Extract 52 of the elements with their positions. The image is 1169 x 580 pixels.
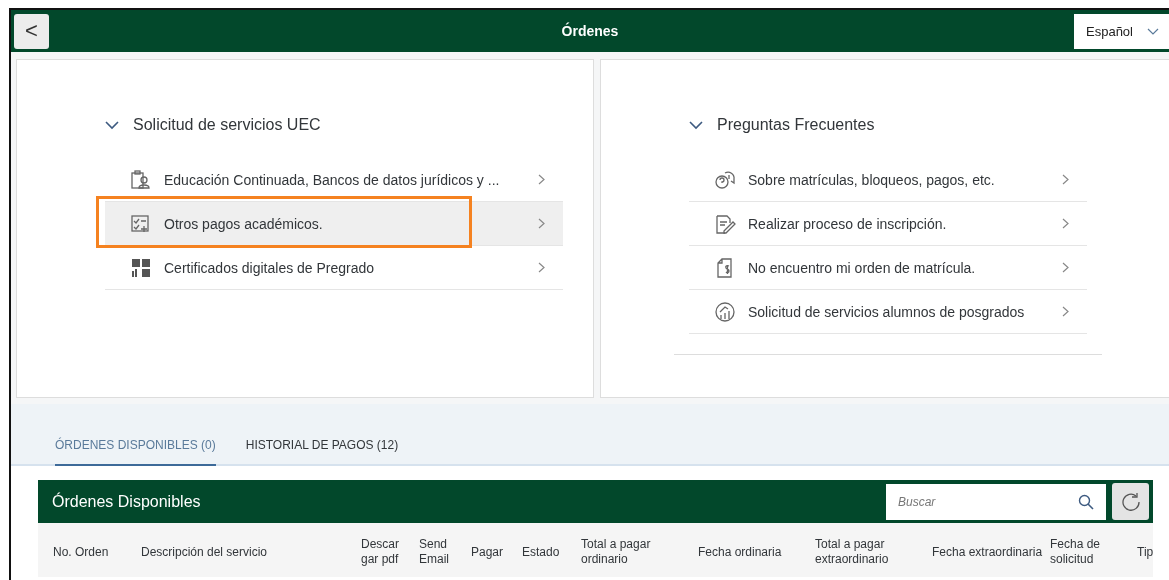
table-title: Órdenes Disponibles [52, 492, 202, 511]
tab[interactable]: HISTORIAL DE PAGOS (12) [245, 438, 399, 466]
chevron-right-icon [1062, 218, 1069, 229]
report-icon [130, 256, 152, 279]
chevron-right-icon [538, 174, 545, 185]
item-label: Sobre matrículas, bloqueos, pagos, etc. [748, 171, 996, 188]
column-header: Fecha extraordinaria [932, 544, 1044, 560]
list-item[interactable]: No encuentro mi orden de matrícula. [689, 246, 1087, 290]
language-select[interactable]: Español [1074, 13, 1169, 49]
chevron-down-icon [1147, 27, 1159, 35]
search-icon[interactable] [1066, 483, 1106, 520]
section-title: Solicitud de servicios UEC [133, 116, 321, 134]
list-item[interactable]: Sobre matrículas, bloqueos, pagos, etc. [689, 158, 1087, 202]
item-label: Otros pagos académicos. [164, 215, 324, 232]
chevron-right-icon [538, 262, 545, 273]
document-pen-icon [714, 212, 736, 235]
column-header: Send Email [419, 537, 450, 567]
chevron-right-icon [1062, 262, 1069, 273]
list-item[interactable]: Realizar proceso de inscripción. [689, 202, 1087, 246]
column-header: No. Orden [53, 544, 110, 560]
back-button[interactable]: < [14, 13, 49, 49]
column-header: Estado [522, 544, 561, 560]
item-label: No encuentro mi orden de matrícula. [748, 259, 977, 276]
list-item[interactable]: Solicitud de servicios alumnos de posgrados [689, 290, 1087, 334]
column-header: Total a pagar ordinario [581, 537, 652, 567]
item-label: Educación Continuada, Bancos de datos jurídicos y ... [164, 171, 501, 188]
list-item[interactable]: Otros pagos académicos. [105, 202, 563, 246]
chevron-down-icon[interactable] [689, 120, 703, 130]
chevron-right-icon [1062, 306, 1069, 317]
chat-bubbles-icon [714, 168, 736, 191]
refresh-icon [1120, 491, 1141, 512]
column-header: Descar gar pdf [361, 537, 400, 567]
item-label: Certificados digitales de Pregrado [164, 259, 376, 276]
column-header: Descripción del servicio [141, 544, 269, 560]
item-label: Solicitud de servicios alumnos de posgrados [748, 303, 1026, 320]
checklist-icon [130, 212, 152, 235]
chevron-right-icon [538, 218, 545, 229]
column-header: Fecha ordinaria [698, 544, 783, 560]
chart-circle-icon [714, 300, 736, 323]
section-title: Preguntas Frecuentes [717, 116, 875, 134]
column-header: Tip [1137, 544, 1153, 560]
list-item[interactable]: Certificados digitales de Pregrado [105, 246, 563, 290]
clipboard-person-icon [130, 168, 152, 191]
item-label: Realizar proceso de inscripción. [748, 215, 948, 232]
column-header: Fecha de solicitud [1050, 537, 1102, 567]
search-field[interactable]: Buscar [886, 483, 1066, 520]
page-title: Órdenes [561, 23, 619, 39]
refresh-button[interactable] [1112, 483, 1149, 520]
chevron-down-icon[interactable] [105, 120, 119, 130]
chevron-right-icon [1062, 174, 1069, 185]
column-header: Total a pagar extraordinario [815, 537, 890, 567]
column-header: Pagar [471, 544, 505, 560]
